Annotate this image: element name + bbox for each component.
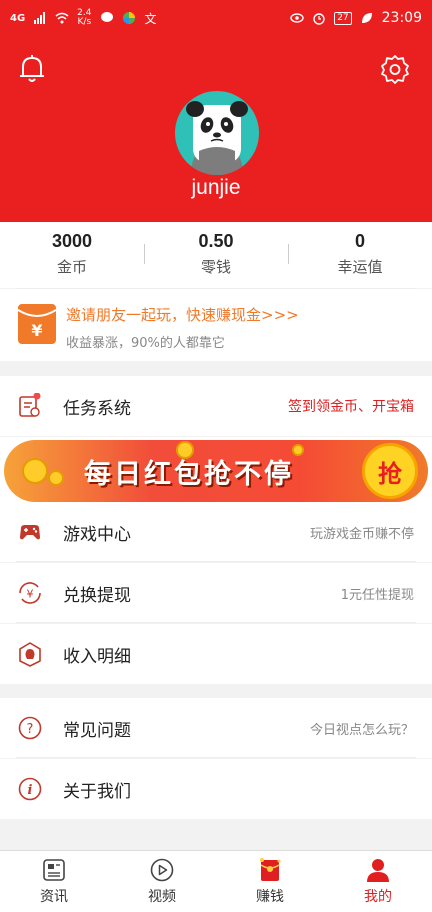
stat-value: 3000 [51, 231, 93, 251]
menu-item-faq[interactable]: ? 常见问题 今日视点怎么玩？ [0, 698, 432, 758]
invite-subtitle: 收益暴涨，90%的人都靠它 [66, 336, 225, 351]
tab-news[interactable]: 资讯 [0, 851, 108, 912]
menu-item-hint: 玩游戏金币赚不停 [309, 526, 414, 542]
invite-banner[interactable]: ¥ 邀请朋友一起玩，快速赚现金>>> 收益暴涨，90%的人都靠它 [0, 289, 432, 361]
svg-text:¥: ¥ [27, 588, 34, 601]
menu-item-label: 关于我们 [63, 781, 131, 802]
menu-item-tasks[interactable]: 任务系统 签到领金币、开宝箱 [0, 376, 432, 436]
menu-item-about[interactable]: i 关于我们 [0, 759, 432, 819]
menu-item-hint: 签到领金币、开宝箱 [288, 399, 414, 415]
gear-icon[interactable] [380, 54, 410, 84]
menu-item-label: 兑换提现 [63, 585, 131, 606]
divider [16, 561, 416, 562]
menu-item-hint: 1元任性提现 [340, 587, 414, 603]
banner-text: 每日红包抢不停 [84, 459, 294, 490]
gamepad-icon [20, 525, 40, 540]
svg-text:i: i [28, 783, 33, 798]
profile-header: junjie [0, 36, 432, 222]
stat-luck[interactable]: 0 幸运值 [288, 222, 432, 288]
tab-video[interactable]: 视频 [108, 851, 216, 912]
menu-item-label: 游戏中心 [63, 524, 131, 545]
stats-bar: 3000 金币 0.50 零钱 0 幸运值 [0, 222, 432, 288]
video-icon [150, 858, 174, 882]
stat-coins[interactable]: 3000 金币 [0, 222, 144, 288]
stat-value: 0.50 [198, 231, 234, 251]
info-icon: i [18, 777, 42, 801]
chat-icon [100, 12, 113, 22]
net-speed-unit: K/s [77, 17, 92, 27]
stat-value: 0 [354, 231, 365, 251]
avatar[interactable] [175, 91, 259, 175]
user-icon [367, 859, 389, 882]
menu-item-game-center[interactable]: 游戏中心 玩游戏金币赚不停 [0, 502, 432, 562]
red-packet-banner[interactable]: 每日红包抢不停 抢 [0, 437, 432, 505]
coin-icon [22, 458, 48, 484]
svg-text:?: ? [27, 722, 34, 737]
tab-label: 我的 [364, 889, 392, 905]
tab-label: 资讯 [40, 889, 68, 905]
bottom-tab-bar: 资讯 视频 赚钱 我的 [0, 850, 432, 912]
menu-item-label: 收入明细 [63, 646, 131, 667]
signal-bars-icon [34, 12, 46, 24]
menu-item-label: 任务系统 [63, 398, 131, 419]
menu-item-withdraw[interactable]: ¥ 兑换提现 1元任性提现 [0, 563, 432, 623]
redpacket-icon [260, 858, 281, 881]
tab-label: 视频 [148, 889, 176, 905]
tab-label: 赚钱 [256, 889, 284, 905]
menu-item-hint: 今日视点怎么玩？ [309, 722, 414, 738]
status-bar: 4G 2.4 K/s 文 27 23:09 [0, 0, 432, 36]
alarm-icon [313, 13, 325, 25]
clock: 23:09 [381, 10, 422, 26]
red-envelope-icon: ¥ [17, 304, 57, 344]
eye-icon [290, 13, 304, 23]
stat-change[interactable]: 0.50 零钱 [144, 222, 288, 288]
tab-mine[interactable]: 我的 [324, 851, 432, 912]
stat-label: 零钱 [200, 258, 231, 276]
divider [16, 622, 416, 623]
menu-item-income-detail[interactable]: 收入明细 [0, 624, 432, 684]
leaf-icon [361, 13, 372, 23]
coin-icon [48, 470, 64, 486]
panda-avatar-icon [186, 101, 248, 175]
username: junjie [191, 176, 241, 199]
banner-background: 每日红包抢不停 抢 [4, 440, 428, 502]
news-icon [43, 859, 65, 881]
bell-icon[interactable] [18, 54, 46, 84]
menu-item-label: 常见问题 [63, 720, 131, 741]
battery-indicator: 27 [334, 11, 352, 25]
tab-earn[interactable]: 赚钱 [216, 851, 324, 912]
signal-indicator: 4G [10, 12, 26, 24]
divider [16, 757, 416, 758]
yuan-exchange-icon: ¥ [19, 582, 41, 604]
svg-text:¥: ¥ [31, 321, 42, 340]
wifi-icon [55, 12, 69, 24]
stat-label: 幸运值 [337, 258, 383, 276]
translate-icon: 文 [144, 11, 157, 26]
grab-button[interactable]: 抢 [362, 443, 418, 499]
question-icon: ? [18, 716, 42, 740]
task-list-icon [19, 393, 41, 417]
stat-label: 金币 [56, 258, 87, 276]
money-bag-icon [19, 642, 41, 667]
invite-title: 邀请朋友一起玩，快速赚现金>>> [66, 306, 299, 324]
net-speed: 2.4 K/s [77, 9, 91, 27]
app-pinwheel-icon [122, 12, 135, 24]
